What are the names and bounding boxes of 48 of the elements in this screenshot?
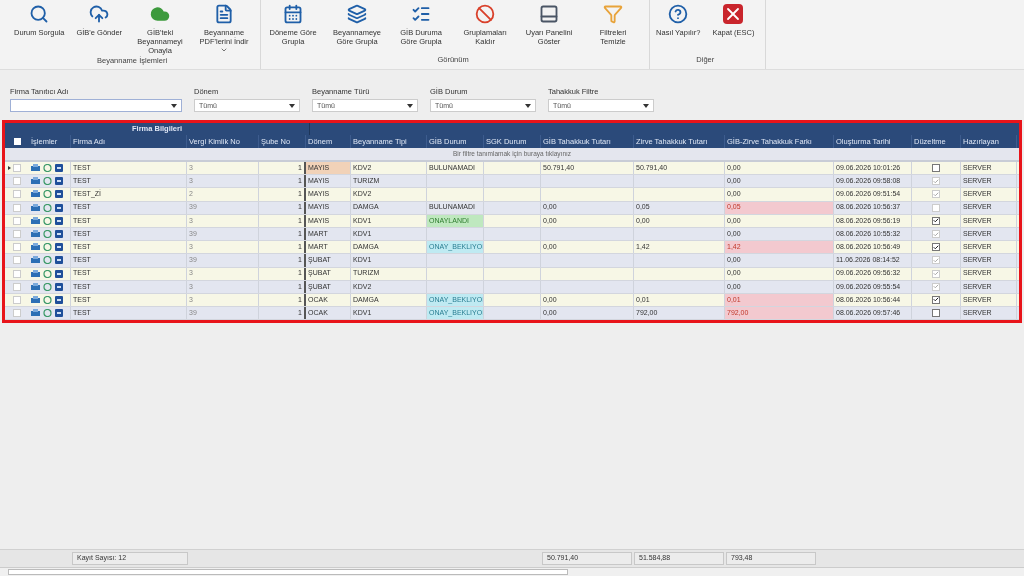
printer-icon[interactable] xyxy=(31,282,40,291)
list-check-icon xyxy=(411,4,432,24)
calendar-icon xyxy=(283,4,304,24)
printer-icon[interactable] xyxy=(31,177,40,186)
funnel-icon xyxy=(603,4,624,24)
printer-icon[interactable] xyxy=(31,243,40,252)
panel-icon xyxy=(539,4,560,24)
cloud-upload-icon xyxy=(89,4,110,24)
printer-icon[interactable] xyxy=(31,216,40,225)
printer-icon[interactable] xyxy=(31,164,40,173)
checkbox[interactable] xyxy=(932,243,940,252)
printer-icon[interactable] xyxy=(31,230,40,239)
checkbox[interactable] xyxy=(932,216,940,225)
checkbox[interactable] xyxy=(13,282,21,291)
search-icon xyxy=(29,4,50,24)
checkbox[interactable] xyxy=(932,164,940,173)
layers-icon xyxy=(347,4,368,24)
cloud-icon xyxy=(150,4,171,24)
prohibited-icon xyxy=(475,4,496,24)
checkbox[interactable] xyxy=(13,309,21,318)
caret-icon xyxy=(525,103,531,108)
checkbox[interactable] xyxy=(13,269,21,278)
printer-icon[interactable] xyxy=(31,309,40,318)
printer-icon[interactable] xyxy=(31,190,40,199)
caret-icon xyxy=(289,103,295,108)
checkbox[interactable] xyxy=(13,243,21,252)
checkbox[interactable] xyxy=(13,256,21,265)
close-icon xyxy=(723,4,744,24)
checkbox[interactable] xyxy=(932,295,940,304)
horizontal-scrollbar[interactable] xyxy=(0,567,1024,576)
printer-icon[interactable] xyxy=(31,295,40,304)
help-icon xyxy=(668,4,689,24)
caret-icon xyxy=(171,103,177,108)
checkbox[interactable] xyxy=(13,164,21,173)
printer-icon[interactable] xyxy=(31,203,40,212)
select-all-checkbox[interactable] xyxy=(13,138,21,145)
printer-icon[interactable] xyxy=(31,269,40,278)
checkbox[interactable] xyxy=(13,203,21,212)
checkbox[interactable] xyxy=(932,309,940,318)
checkbox[interactable] xyxy=(13,177,21,186)
checkbox[interactable] xyxy=(13,230,21,239)
checkbox[interactable] xyxy=(13,190,21,199)
caret-icon xyxy=(407,103,413,108)
caret-icon xyxy=(643,103,649,108)
checkbox[interactable] xyxy=(13,216,21,225)
checkbox[interactable] xyxy=(13,295,21,304)
filter-dropdown[interactable] xyxy=(10,99,182,113)
printer-icon[interactable] xyxy=(31,256,40,265)
